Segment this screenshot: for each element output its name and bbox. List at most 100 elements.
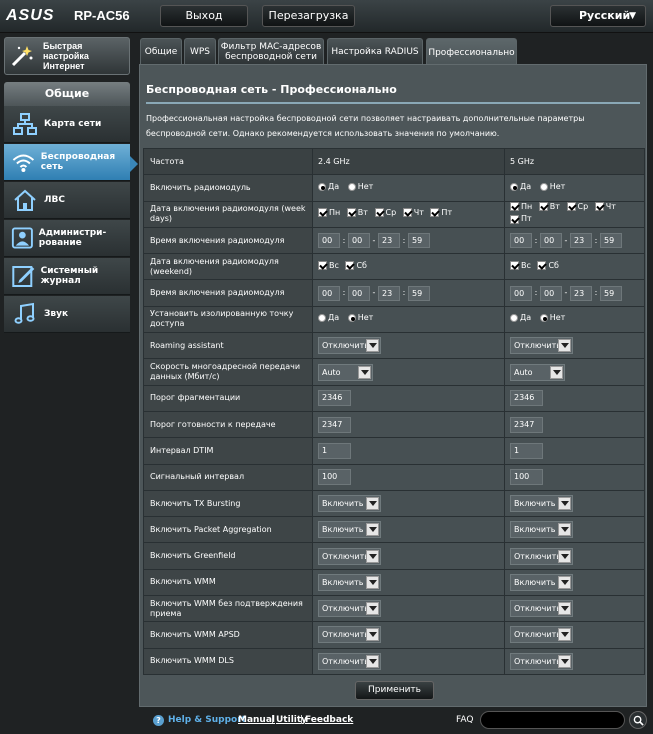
time-end-min-5g[interactable]: 59 (600, 233, 622, 249)
radio-yes-5g[interactable]: Да (510, 182, 531, 192)
weekday-checkbox-5g[interactable]: Вт (538, 202, 560, 212)
weekday-checkbox-5g[interactable]: Ср (566, 202, 588, 212)
frag-input-2g[interactable]: 2346 (318, 390, 351, 407)
weekend-end-hour-5g[interactable]: 23 (570, 285, 592, 301)
frag-input-5g[interactable]: 2346 (510, 390, 543, 407)
wmm-noack-select-2g[interactable]: Отключить (318, 600, 381, 618)
weekday-time-label: Время включения радиомодуля (143, 226, 313, 255)
packet-agg-select-5g[interactable]: Включить (510, 521, 573, 539)
sidebar-item-lan[interactable]: ЛВС (4, 182, 130, 219)
sidebar-item-sound[interactable]: Звук (4, 296, 130, 333)
beacon-input-5g[interactable]: 100 (510, 469, 543, 486)
help-support-label[interactable]: Help & Support (168, 715, 246, 725)
feedback-link[interactable]: Feedback (305, 715, 353, 725)
roaming-select-2g[interactable]: Отключить (318, 337, 381, 355)
wmm-dls-label: Включить WMM DLS (143, 647, 313, 675)
wmm-apsd-select-5g[interactable]: Отключить (510, 626, 573, 644)
weekday-checkbox-5g[interactable]: Чт (594, 202, 616, 212)
ap-isolated-yes-5g[interactable]: Да (510, 313, 531, 323)
time-end-hour-2g[interactable]: 23 (378, 233, 400, 249)
multicast-select-2g[interactable]: Auto (318, 363, 373, 381)
weekend-end-hour-2g[interactable]: 23 (378, 285, 400, 301)
sidebar-item-label: Звук (44, 309, 69, 319)
multicast-select-5g[interactable]: Auto (510, 363, 565, 381)
wmm-dls-select-5g[interactable]: Отключить (510, 652, 573, 670)
logout-button[interactable]: Выход (160, 5, 248, 27)
weekend-start-min-5g[interactable]: 00 (540, 285, 562, 301)
greenfield-select-5g[interactable]: Отключить (510, 547, 573, 565)
weekend-label: Дата включения радиомодуля (weekend) (143, 253, 313, 281)
sidebar-item-label: Администри-рование (38, 228, 107, 248)
footer: ? Help & Support Manual | Utility | Feed… (0, 710, 653, 734)
tx-bursting-select-5g[interactable]: Включить (510, 495, 573, 512)
tab-radius[interactable]: Настройка RADIUS (327, 38, 423, 64)
sidebar-item-system-log[interactable]: Системный журнал (4, 258, 130, 295)
radio-no-5g[interactable]: Нет (539, 182, 565, 192)
weekend-start-min-2g[interactable]: 00 (348, 285, 370, 301)
weekday-checkbox-2g[interactable]: Пн (318, 208, 340, 218)
radio-yes-2g[interactable]: Да (318, 182, 339, 192)
weekday-checkbox-2g[interactable]: Ср (374, 208, 396, 218)
weekday-checkbox-2g[interactable]: Пт (430, 208, 452, 218)
roaming-select-5g[interactable]: Отключить (510, 337, 573, 355)
time-start-min-5g[interactable]: 00 (540, 233, 562, 249)
weekday-checkbox-5g[interactable]: Пн (510, 202, 532, 212)
packet-agg-select-2g[interactable]: Включить (318, 521, 381, 539)
beacon-label: Сигнальный интервал (143, 463, 313, 491)
help-icon: ? (153, 715, 164, 726)
radio-no-2g[interactable]: Нет (347, 182, 373, 192)
weekend-checkbox-5g[interactable]: Сб (537, 261, 559, 271)
weekend-end-min-5g[interactable]: 59 (600, 285, 622, 301)
chevron-down-icon (358, 365, 371, 379)
search-button[interactable] (629, 711, 647, 729)
wmm-dls-select-2g[interactable]: Отключить (318, 652, 381, 670)
time-start-hour-5g[interactable]: 00 (510, 233, 532, 249)
time-end-min-2g[interactable]: 59 (408, 233, 430, 249)
time-end-hour-5g[interactable]: 23 (570, 233, 592, 249)
ap-isolated-no-2g[interactable]: Нет (347, 313, 373, 323)
weekend-checkbox-2g[interactable]: Сб (345, 261, 367, 271)
wmm-noack-select-5g[interactable]: Отключить (510, 600, 573, 618)
faq-search-input[interactable] (480, 711, 625, 729)
ap-isolated-yes-2g[interactable]: Да (318, 313, 339, 323)
weekend-start-hour-5g[interactable]: 00 (510, 285, 532, 301)
chevron-down-icon (366, 654, 379, 668)
time-start-min-2g[interactable]: 00 (348, 233, 370, 249)
tab-mac-filter[interactable]: Фильтр MAC-адресов беспроводной сети (218, 38, 324, 64)
weekday-checkbox-2g[interactable]: Чт (402, 208, 424, 218)
apply-button[interactable]: Применить (355, 681, 434, 700)
weekend-start-hour-2g[interactable]: 00 (318, 285, 340, 301)
tab-wps[interactable]: WPS (184, 38, 216, 64)
dtim-input-5g[interactable]: 1 (510, 442, 543, 459)
table-row: Сигнальный интервал 100 100 (143, 463, 645, 491)
reboot-button[interactable]: Перезагрузка (262, 5, 355, 27)
sidebar-item-network-map[interactable]: Карта сети (4, 106, 130, 143)
table-row: Включить Packet Aggregation Включить Вкл… (143, 516, 645, 544)
tab-professional[interactable]: Профессионально (426, 38, 517, 66)
sidebar-item-administration[interactable]: Администри-рование (4, 220, 130, 257)
sidebar-item-wireless[interactable]: Беспроводная сеть (4, 144, 130, 181)
weekday-checkbox-5g[interactable]: Пт (510, 214, 532, 224)
language-select[interactable]: Русский ▼ (550, 5, 646, 27)
beacon-input-2g[interactable]: 100 (318, 469, 351, 486)
rts-input-5g[interactable]: 2347 (510, 416, 543, 433)
wmm-select-5g[interactable]: Включить (510, 573, 573, 591)
tx-bursting-select-2g[interactable]: Включить (318, 495, 381, 512)
tab-general[interactable]: Общие (140, 38, 182, 64)
dtim-input-2g[interactable]: 1 (318, 442, 351, 459)
wmm-apsd-select-2g[interactable]: Отключить (318, 626, 381, 644)
weekend-checkbox-2g[interactable]: Вс (318, 261, 339, 271)
ap-isolated-no-5g[interactable]: Нет (539, 313, 565, 323)
weekend-end-min-2g[interactable]: 59 (408, 285, 430, 301)
manual-link[interactable]: Manual (238, 715, 275, 725)
admin-user-icon (11, 227, 33, 249)
wmm-label: Включить WMM (143, 568, 313, 597)
wmm-select-2g[interactable]: Включить (318, 573, 381, 591)
table-row: Включить WMM APSD Отключить Отключить (143, 621, 645, 649)
greenfield-select-2g[interactable]: Отключить (318, 547, 381, 565)
quick-internet-setup-button[interactable]: Быстрая настройка Интернет (4, 37, 130, 75)
weekend-checkbox-5g[interactable]: Вс (510, 261, 531, 271)
time-start-hour-2g[interactable]: 00 (318, 233, 340, 249)
weekday-checkbox-2g[interactable]: Вт (346, 208, 368, 218)
rts-input-2g[interactable]: 2347 (318, 416, 351, 433)
